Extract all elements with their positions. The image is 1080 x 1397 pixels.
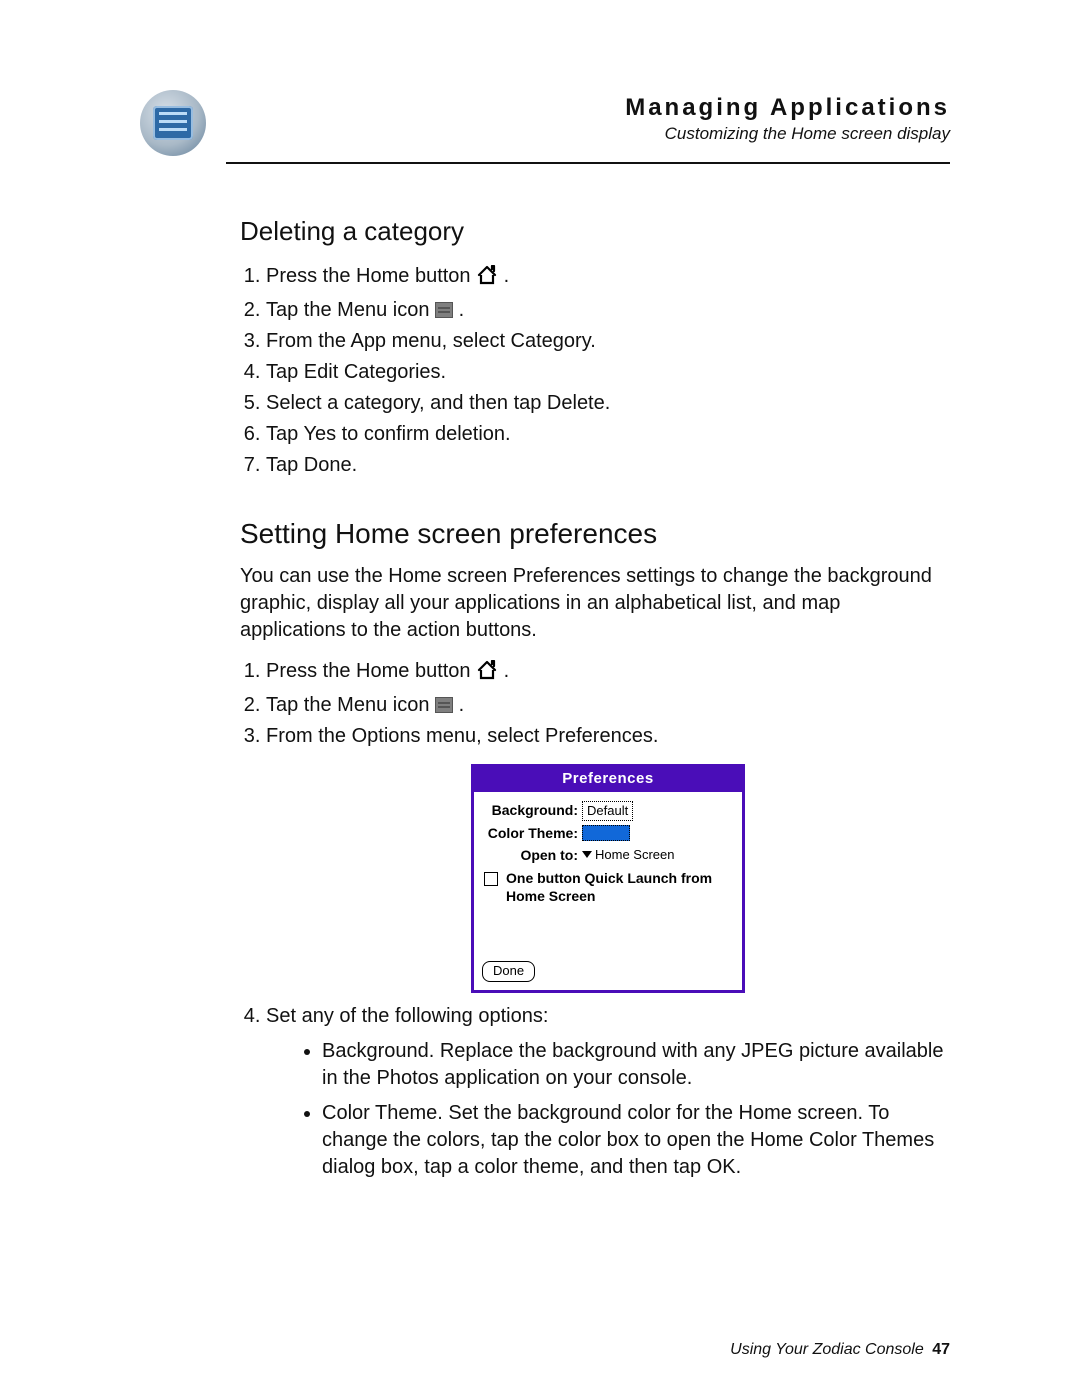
done-button[interactable]: Done xyxy=(482,961,535,982)
page-header: Managing Applications Customizing the Ho… xyxy=(140,90,950,156)
chapter-title: Managing Applications xyxy=(224,94,950,122)
menu-icon xyxy=(435,697,453,713)
chevron-down-icon xyxy=(582,851,592,858)
options-bullet-list: Background. Replace the background with … xyxy=(266,1038,950,1181)
color-theme-label: Color Theme: xyxy=(482,824,582,843)
background-label: Background: xyxy=(482,801,582,820)
steps-preferences: Press the Home button . Tap the Menu ico… xyxy=(240,658,950,1181)
list-item: Tap the Menu icon . xyxy=(266,692,950,719)
open-to-dropdown[interactable]: Home Screen xyxy=(582,846,674,864)
header-divider xyxy=(226,162,950,164)
page-footer: Using Your Zodiac Console 47 xyxy=(730,1341,950,1359)
page-number: 47 xyxy=(932,1341,950,1358)
list-item: Set any of the following options: Backgr… xyxy=(266,1003,950,1181)
section-preferences-intro: You can use the Home screen Preferences … xyxy=(240,563,950,644)
open-to-label: Open to: xyxy=(482,846,582,865)
chapter-subtitle: Customizing the Home screen display xyxy=(224,124,950,144)
dialog-title: Preferences xyxy=(474,767,742,792)
list-item: Press the Home button . xyxy=(266,263,950,293)
list-item: Color Theme. Set the background color fo… xyxy=(322,1100,950,1181)
menu-icon xyxy=(435,302,453,318)
section-deleting-title: Deleting a category xyxy=(240,214,950,249)
color-theme-swatch[interactable] xyxy=(582,825,630,841)
steps-deleting: Press the Home button . Tap the Menu ico… xyxy=(240,263,950,479)
list-item: Tap Edit Categories. xyxy=(266,359,950,386)
list-item: Background. Replace the background with … xyxy=(322,1038,950,1092)
quick-launch-checkbox[interactable] xyxy=(484,872,498,886)
list-item: Tap Done. xyxy=(266,452,950,479)
list-item: Press the Home button . xyxy=(266,658,950,688)
list-item: From the Options menu, select Preference… xyxy=(266,723,950,750)
list-item: Tap Yes to confirm deletion. xyxy=(266,421,950,448)
home-icon xyxy=(476,660,498,688)
list-item: Tap the Menu icon . xyxy=(266,297,950,324)
home-icon xyxy=(476,265,498,293)
quick-launch-label: One button Quick Launch from Home Screen xyxy=(506,870,734,905)
list-item: From the App menu, select Category. xyxy=(266,328,950,355)
preferences-dialog: Preferences Background: Default Color Th… xyxy=(471,764,745,993)
list-item: Select a category, and then tap Delete. xyxy=(266,390,950,417)
chapter-icon xyxy=(140,90,206,156)
section-preferences-title: Setting Home screen preferences xyxy=(240,515,950,553)
background-selector[interactable]: Default xyxy=(582,801,633,821)
